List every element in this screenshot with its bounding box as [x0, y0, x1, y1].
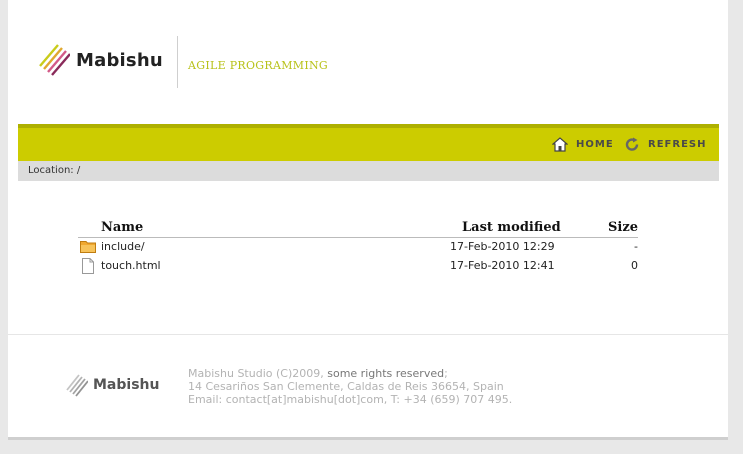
- footer-contact: Email: contact[at]mabishu[dot]com, T: +3…: [188, 393, 513, 406]
- home-icon: [552, 137, 568, 152]
- page: Mabishu AGILE PROGRAMMING HOME REFRESH L…: [8, 0, 728, 437]
- table-row: touch.html 17-Feb-2010 12:41 0: [78, 258, 638, 276]
- home-link[interactable]: HOME: [552, 137, 614, 152]
- footer-logo: Mabishu: [66, 372, 159, 398]
- footer-logo-stripes-icon: [66, 374, 88, 397]
- table-row: include/ 17-Feb-2010 12:29 -: [78, 239, 638, 257]
- refresh-icon: [625, 137, 639, 151]
- rights-text: some rights reserved: [327, 367, 445, 380]
- column-modified-header: Last modified: [462, 220, 561, 235]
- footer-address: 14 Cesariños San Clemente, Caldas de Rei…: [188, 380, 504, 393]
- file-name-link[interactable]: touch.html: [101, 259, 161, 272]
- site-logo[interactable]: Mabishu: [38, 42, 163, 78]
- file-size: -: [634, 240, 638, 253]
- file-modified: 17-Feb-2010 12:29: [450, 240, 555, 253]
- header-rule: [78, 237, 638, 238]
- footer-logo-text: Mabishu: [93, 377, 160, 393]
- home-label: HOME: [576, 139, 614, 150]
- header-divider: [177, 36, 178, 88]
- file-size: 0: [631, 259, 638, 272]
- copyright-suffix: ;: [444, 367, 448, 380]
- file-name-link[interactable]: include/: [101, 240, 145, 253]
- refresh-label: REFRESH: [648, 139, 707, 150]
- tagline: AGILE PROGRAMMING: [188, 59, 329, 72]
- footer-info: Mabishu Studio (C)2009, some rights rese…: [188, 367, 512, 406]
- file-modified: 17-Feb-2010 12:41: [450, 259, 555, 272]
- footer-divider: [8, 334, 728, 335]
- column-name-header: Name: [101, 220, 144, 235]
- refresh-link[interactable]: REFRESH: [624, 137, 706, 152]
- folder-icon: [80, 241, 96, 253]
- logo-text: Mabishu: [76, 49, 163, 71]
- header: Mabishu AGILE PROGRAMMING: [8, 0, 728, 124]
- page-shadow: [8, 437, 728, 440]
- logo-stripes-icon: [39, 44, 70, 76]
- location-bar: Location: /: [18, 161, 719, 181]
- copyright-text: Mabishu Studio (C)2009,: [188, 367, 328, 380]
- nav-bar: HOME REFRESH: [18, 124, 719, 161]
- footer-copyright: Mabishu Studio (C)2009, some rights rese…: [188, 367, 512, 380]
- column-size-header: Size: [608, 220, 638, 235]
- file-icon: [82, 258, 94, 274]
